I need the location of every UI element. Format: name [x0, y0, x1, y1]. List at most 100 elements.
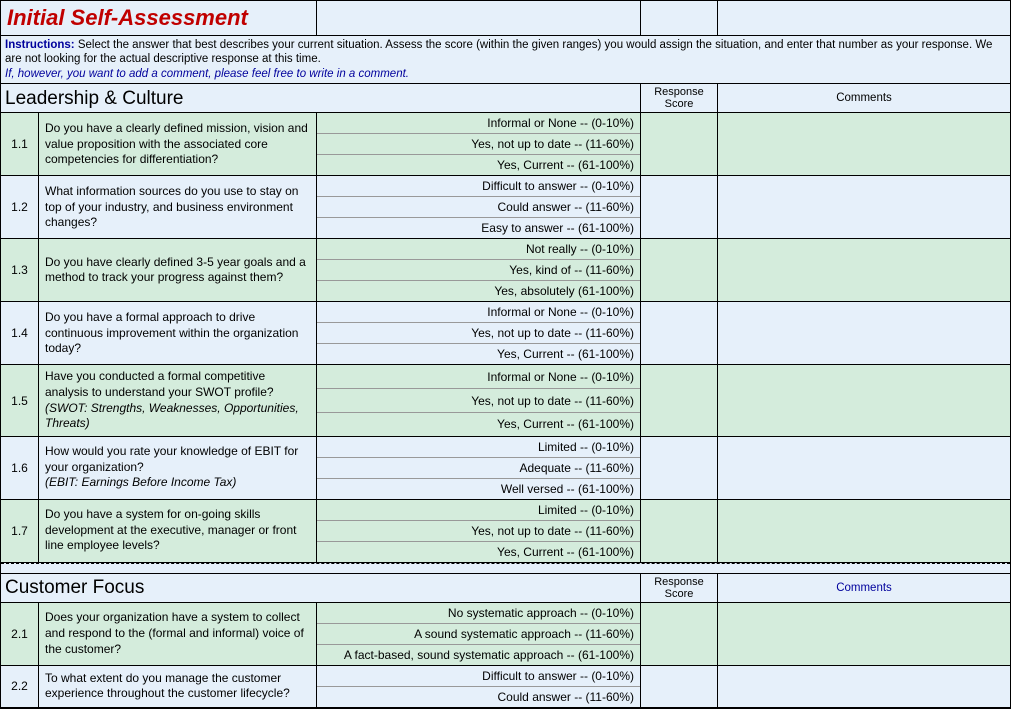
question-options: Difficult to answer -- (0-10%)Could answ… [317, 666, 641, 707]
comments-header: Comments [718, 84, 1010, 112]
question-text-main: To what extent do you manage the custome… [45, 671, 310, 702]
response-score-input[interactable] [641, 500, 718, 562]
question-number: 2.1 [1, 603, 39, 665]
answer-option[interactable]: Could answer -- (11-60%) [317, 197, 640, 218]
question-number: 1.2 [1, 176, 39, 238]
answer-option[interactable]: A fact-based, sound systematic approach … [317, 645, 640, 665]
answer-option[interactable]: Yes, Current -- (61-100%) [317, 344, 640, 364]
question-text-main: Do you have clearly defined 3-5 year goa… [45, 255, 310, 286]
comments-input[interactable] [718, 113, 1010, 175]
title-spacer [718, 1, 1010, 35]
answer-option[interactable]: Yes, not up to date -- (11-60%) [317, 521, 640, 542]
question-row: 1.4Do you have a formal approach to driv… [1, 302, 1010, 365]
question-options: No systematic approach -- (0-10%)A sound… [317, 603, 641, 665]
answer-option[interactable]: No systematic approach -- (0-10%) [317, 603, 640, 624]
question-text-italic: (EBIT: Earnings Before Income Tax) [45, 475, 310, 491]
question-options: Informal or None -- (0-10%)Yes, not up t… [317, 302, 641, 364]
question-row: 1.6How would you rate your knowledge of … [1, 437, 1010, 500]
answer-option[interactable]: Yes, Current -- (61-100%) [317, 413, 640, 436]
question-number: 1.3 [1, 239, 39, 301]
response-score-input[interactable] [641, 437, 718, 499]
question-options: Informal or None -- (0-10%)Yes, not up t… [317, 365, 641, 435]
question-text: Do you have a system for on-going skills… [39, 500, 317, 562]
instructions-block: Instructions: Select the answer that bes… [1, 36, 1010, 84]
comments-input[interactable] [718, 666, 1010, 707]
answer-option[interactable]: Yes, absolutely (61-100%) [317, 281, 640, 301]
comments-input[interactable] [718, 239, 1010, 301]
question-options: Limited -- (0-10%)Adequate -- (11-60%)We… [317, 437, 641, 499]
question-text-main: How would you rate your knowledge of EBI… [45, 444, 310, 475]
instructions-italic: If, however, you want to add a comment, … [5, 68, 409, 80]
section-title: Leadership & Culture [1, 84, 641, 112]
question-text: How would you rate your knowledge of EBI… [39, 437, 317, 499]
response-score-header: Response Score [641, 84, 718, 112]
question-number: 1.5 [1, 365, 39, 435]
instructions-text: Select the answer that best describes yo… [5, 39, 992, 65]
question-text: Have you conducted a formal competitive … [39, 365, 317, 435]
page-title: Initial Self-Assessment [1, 1, 317, 35]
title-row: Initial Self-Assessment [1, 1, 1010, 36]
comments-input[interactable] [718, 603, 1010, 665]
question-text: Does your organization have a system to … [39, 603, 317, 665]
question-number: 2.2 [1, 666, 39, 707]
response-score-input[interactable] [641, 603, 718, 665]
comments-input[interactable] [718, 302, 1010, 364]
question-text: To what extent do you manage the custome… [39, 666, 317, 707]
question-text-main: What information sources do you use to s… [45, 184, 310, 231]
instructions-label: Instructions: [5, 39, 75, 51]
question-row: 2.1Does your organization have a system … [1, 603, 1010, 666]
question-row: 1.1Do you have a clearly defined mission… [1, 113, 1010, 176]
response-score-input[interactable] [641, 239, 718, 301]
answer-option[interactable]: Yes, not up to date -- (11-60%) [317, 389, 640, 413]
question-text: What information sources do you use to s… [39, 176, 317, 238]
answer-option[interactable]: Not really -- (0-10%) [317, 239, 640, 260]
comments-input[interactable] [718, 500, 1010, 562]
question-options: Limited -- (0-10%)Yes, not up to date --… [317, 500, 641, 562]
answer-option[interactable]: Difficult to answer -- (0-10%) [317, 666, 640, 687]
answer-option[interactable]: Informal or None -- (0-10%) [317, 302, 640, 323]
question-text: Do you have clearly defined 3-5 year goa… [39, 239, 317, 301]
answer-option[interactable]: Yes, Current -- (61-100%) [317, 155, 640, 175]
answer-option[interactable]: Adequate -- (11-60%) [317, 458, 640, 479]
answer-option[interactable]: Informal or None -- (0-10%) [317, 113, 640, 134]
answer-option[interactable]: Yes, not up to date -- (11-60%) [317, 134, 640, 155]
section-header: Customer FocusResponse ScoreComments [1, 574, 1010, 603]
title-spacer [317, 1, 641, 35]
response-score-header: Response Score [641, 574, 718, 602]
answer-option[interactable]: Well versed -- (61-100%) [317, 479, 640, 499]
question-text-main: Have you conducted a formal competitive … [45, 369, 310, 400]
response-score-input[interactable] [641, 302, 718, 364]
answer-option[interactable]: Easy to answer -- (61-100%) [317, 218, 640, 238]
answer-option[interactable]: Difficult to answer -- (0-10%) [317, 176, 640, 197]
section-header: Leadership & CultureResponse ScoreCommen… [1, 84, 1010, 113]
answer-option[interactable]: Yes, kind of -- (11-60%) [317, 260, 640, 281]
response-score-input[interactable] [641, 113, 718, 175]
answer-option[interactable]: Yes, Current -- (61-100%) [317, 542, 640, 562]
title-spacer [641, 1, 718, 35]
answer-option[interactable]: Could answer -- (11-60%) [317, 687, 640, 707]
question-row: 1.2What information sources do you use t… [1, 176, 1010, 239]
question-options: Difficult to answer -- (0-10%)Could answ… [317, 176, 641, 238]
question-text-main: Does your organization have a system to … [45, 610, 310, 657]
answer-option[interactable]: Limited -- (0-10%) [317, 500, 640, 521]
answer-option[interactable]: Yes, not up to date -- (11-60%) [317, 323, 640, 344]
question-text-main: Do you have a clearly defined mission, v… [45, 121, 310, 168]
section-divider [1, 563, 1010, 573]
answer-option[interactable]: Informal or None -- (0-10%) [317, 365, 640, 389]
answer-option[interactable]: A sound systematic approach -- (11-60%) [317, 624, 640, 645]
question-row: 1.5Have you conducted a formal competiti… [1, 365, 1010, 436]
question-text-main: Do you have a formal approach to drive c… [45, 310, 310, 357]
response-score-input[interactable] [641, 666, 718, 707]
question-row: 2.2To what extent do you manage the cust… [1, 666, 1010, 708]
question-number: 1.7 [1, 500, 39, 562]
answer-option[interactable]: Limited -- (0-10%) [317, 437, 640, 458]
comments-input[interactable] [718, 437, 1010, 499]
response-score-input[interactable] [641, 365, 718, 435]
comments-header: Comments [718, 574, 1010, 602]
comments-input[interactable] [718, 365, 1010, 435]
question-number: 1.1 [1, 113, 39, 175]
question-number: 1.6 [1, 437, 39, 499]
comments-input[interactable] [718, 176, 1010, 238]
response-score-input[interactable] [641, 176, 718, 238]
assessment-container: Initial Self-Assessment Instructions: Se… [0, 0, 1011, 709]
